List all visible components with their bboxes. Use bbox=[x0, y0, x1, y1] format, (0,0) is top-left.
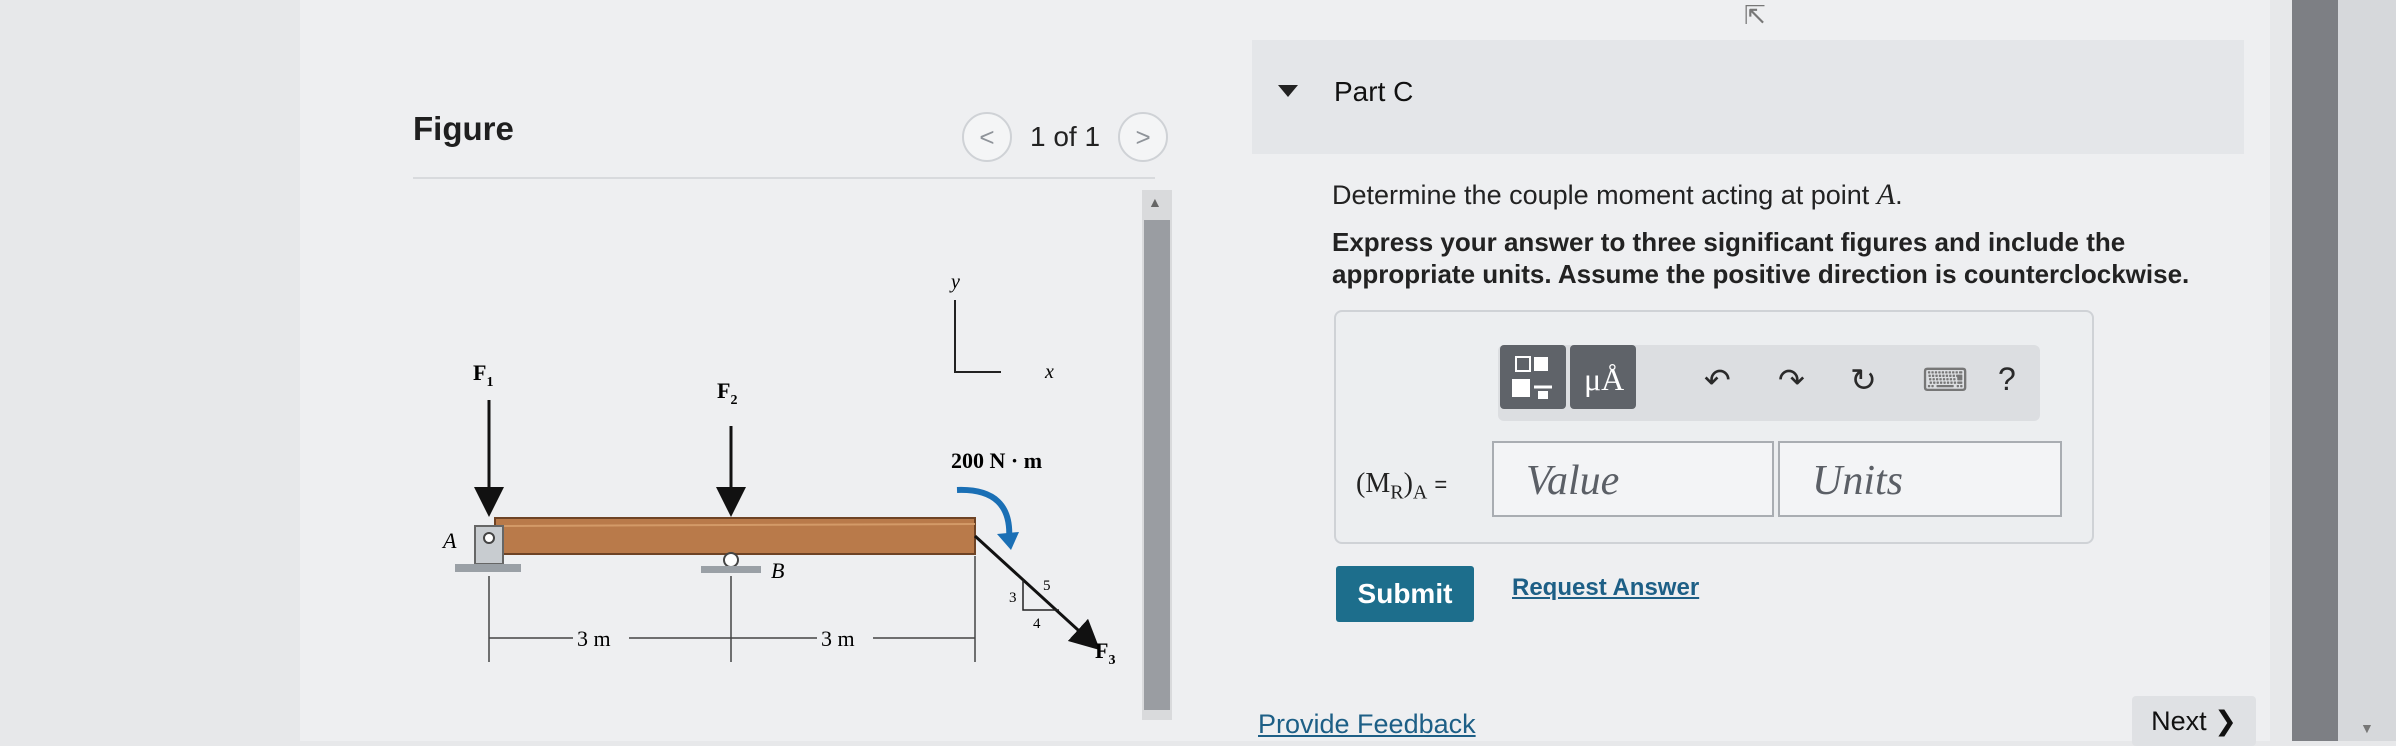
units-placeholder: Units bbox=[1812, 458, 1904, 504]
next-label: Next bbox=[2151, 705, 2207, 736]
slope-5-label: 5 bbox=[1043, 578, 1051, 594]
force-f3-arrow bbox=[973, 534, 1101, 651]
templates-icon bbox=[1512, 356, 1552, 399]
next-button[interactable]: Next ❯ bbox=[2132, 696, 2256, 746]
part-title[interactable]: Part C bbox=[1334, 76, 1413, 108]
figure-page-count: 1 of 1 bbox=[1030, 121, 1101, 152]
units-input[interactable]: Units bbox=[1778, 441, 2062, 517]
couple-arrowhead-icon bbox=[997, 532, 1019, 550]
units-icon: μÅ bbox=[1584, 361, 1625, 397]
force-f3-label: F3 bbox=[1095, 638, 1115, 668]
collapse-caret-icon[interactable] bbox=[1278, 85, 1298, 97]
value-input[interactable]: Value bbox=[1492, 441, 1774, 517]
question-text: Determine the couple moment acting at po… bbox=[1332, 178, 1903, 211]
beam-figure: y x A B F1 F2 200 N · m F3 5 3 4 3 m 3 m bbox=[441, 271, 1115, 668]
slope-3-label: 3 bbox=[1009, 590, 1017, 606]
figure-scrollbar-thumb[interactable] bbox=[1144, 220, 1170, 710]
ground-a bbox=[455, 564, 521, 572]
roller-b-icon bbox=[723, 552, 739, 568]
help-icon[interactable]: ? bbox=[1998, 361, 2016, 398]
redo-icon[interactable]: ↷ bbox=[1778, 361, 1805, 399]
undo-icon[interactable]: ↶ bbox=[1704, 361, 1731, 399]
provide-feedback-link[interactable]: Provide Feedback bbox=[1258, 709, 1476, 740]
value-placeholder: Value bbox=[1526, 458, 1620, 504]
figure-scrollbar[interactable]: ▲ bbox=[1142, 190, 1172, 720]
pin-support-a bbox=[474, 525, 504, 565]
units-button[interactable]: μÅ bbox=[1570, 345, 1636, 409]
point-b-label: B bbox=[771, 558, 784, 583]
slope-4-label: 4 bbox=[1033, 616, 1041, 632]
scroll-up-icon[interactable]: ▲ bbox=[1148, 194, 1162, 210]
axes-icon bbox=[954, 300, 1001, 373]
page-scrollbar-edge[interactable]: ▼ bbox=[2338, 0, 2396, 741]
y-axis-label: y bbox=[949, 271, 960, 293]
prev-figure-button[interactable]: < bbox=[962, 112, 1012, 162]
page-scrollbar-track[interactable] bbox=[2292, 0, 2338, 741]
x-axis-label: x bbox=[1044, 361, 1054, 383]
pointer-cursor-icon: ⇱ bbox=[1744, 0, 1766, 30]
instructions-text: Express your answer to three significant… bbox=[1332, 227, 2190, 289]
reset-icon[interactable]: ↻ bbox=[1850, 361, 1877, 399]
force-f1-label: F1 bbox=[473, 360, 493, 390]
templates-button[interactable] bbox=[1500, 345, 1566, 409]
chevron-left-icon: < bbox=[979, 121, 995, 152]
chevron-right-icon: ❯ bbox=[2214, 705, 2237, 736]
dimension-1-label: 3 m bbox=[577, 626, 611, 651]
point-a-label: A bbox=[441, 528, 457, 553]
math-toolbar: μÅ ↶ ↷ ↻ ⌨ ? bbox=[1498, 345, 2040, 421]
couple-moment-label: 200 N · m bbox=[951, 448, 1042, 473]
request-answer-link[interactable]: Request Answer bbox=[1512, 574, 1699, 602]
next-figure-button[interactable]: > bbox=[1118, 112, 1169, 162]
scroll-down-icon[interactable]: ▼ bbox=[2360, 720, 2374, 736]
ground-b bbox=[701, 566, 761, 573]
pin-a-icon bbox=[483, 532, 495, 544]
submit-button[interactable]: Submit bbox=[1336, 566, 1474, 622]
question-variable: A bbox=[1876, 178, 1896, 211]
answer-variable-label: (MR)A = bbox=[1356, 468, 1448, 504]
figure-pager: < 1 of 1 > bbox=[962, 112, 1169, 162]
figure-divider bbox=[413, 177, 1155, 179]
figure-title: Figure bbox=[413, 110, 514, 147]
keyboard-icon[interactable]: ⌨ bbox=[1922, 361, 1968, 399]
force-f2-label: F2 bbox=[717, 378, 737, 408]
dimension-2-label: 3 m bbox=[821, 626, 855, 651]
chevron-right-icon: > bbox=[1135, 121, 1151, 152]
